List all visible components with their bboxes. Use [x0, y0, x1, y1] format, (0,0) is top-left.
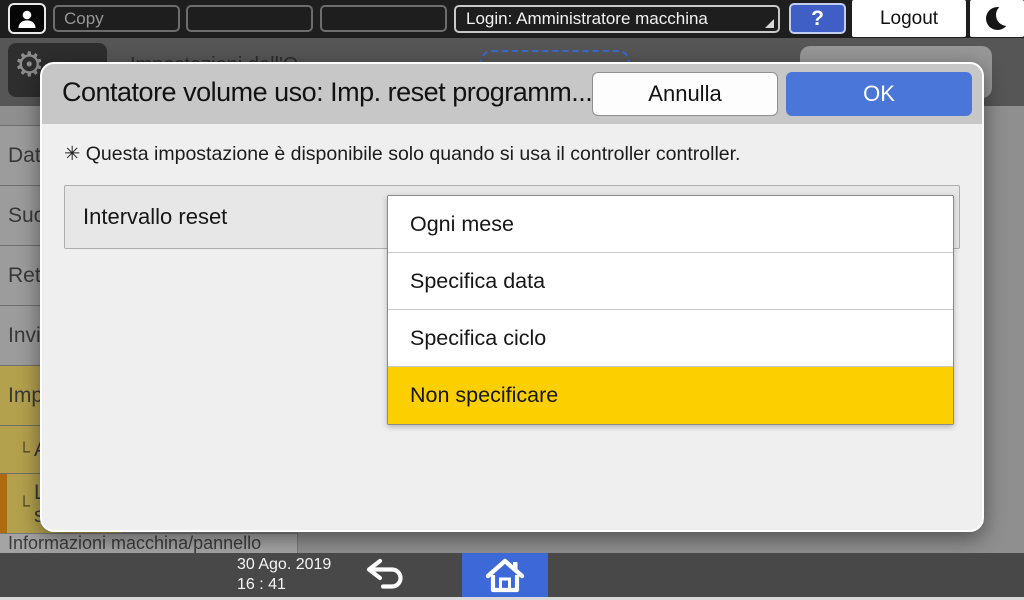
- date-label: 30 Ago. 2019: [237, 556, 332, 573]
- corner-triangle-icon: [765, 19, 774, 28]
- tree-branch-icon: └: [18, 441, 31, 461]
- selected-accent-bar: [0, 474, 7, 533]
- reset-settings-dialog: Contatore volume uso: Imp. reset program…: [40, 62, 984, 532]
- option-non-specificare[interactable]: Non specificare: [388, 367, 953, 424]
- top-system-bar: Copy Login: Amministratore macchina ? Lo…: [0, 0, 1024, 38]
- user-button[interactable]: [8, 3, 46, 34]
- logout-button[interactable]: Logout: [852, 0, 966, 37]
- option-specifica-ciclo[interactable]: Specifica ciclo: [388, 310, 953, 367]
- function-tab-2[interactable]: [186, 5, 313, 32]
- function-tab-copy[interactable]: Copy: [53, 5, 180, 32]
- home-icon: [485, 558, 525, 593]
- help-button[interactable]: ?: [789, 3, 846, 34]
- option-ogni-mese[interactable]: Ogni mese: [388, 196, 953, 253]
- function-tab-3[interactable]: [320, 5, 447, 32]
- home-button[interactable]: [462, 553, 548, 597]
- dialog-header: Contatore volume uso: Imp. reset program…: [42, 64, 982, 124]
- tree-branch-icon: └: [18, 495, 31, 515]
- sidebar-item-informazioni-macchina[interactable]: Informazioni macchina/pannello: [0, 533, 298, 553]
- dialog-note: ✳ Questa impostazione è disponibile solo…: [64, 143, 741, 165]
- device-screen: ⚙ ⚙ Impostazioni dell'O Dat Suo Ret Invi…: [0, 0, 1024, 600]
- ok-button[interactable]: OK: [786, 72, 972, 116]
- reset-interval-label: Intervallo reset: [83, 204, 228, 229]
- dialog-title: Contatore volume uso: Imp. reset program…: [62, 77, 593, 107]
- back-button[interactable]: [362, 558, 410, 592]
- date-time-display: 30 Ago. 2019 16 : 41: [237, 555, 331, 595]
- user-icon: [18, 10, 36, 28]
- option-specifica-data[interactable]: Specifica data: [388, 253, 953, 310]
- reset-interval-dropdown: Ogni mese Specifica data Specifica ciclo…: [387, 195, 954, 425]
- bottom-system-bar: 30 Ago. 2019 16 : 41: [0, 553, 1024, 597]
- sleep-mode-button[interactable]: [970, 0, 1024, 37]
- cancel-button[interactable]: Annulla: [592, 72, 778, 116]
- back-arrow-icon: [366, 558, 403, 589]
- login-status-button[interactable]: Login: Amministratore macchina: [454, 5, 780, 33]
- time-label: 16 : 41: [237, 576, 286, 593]
